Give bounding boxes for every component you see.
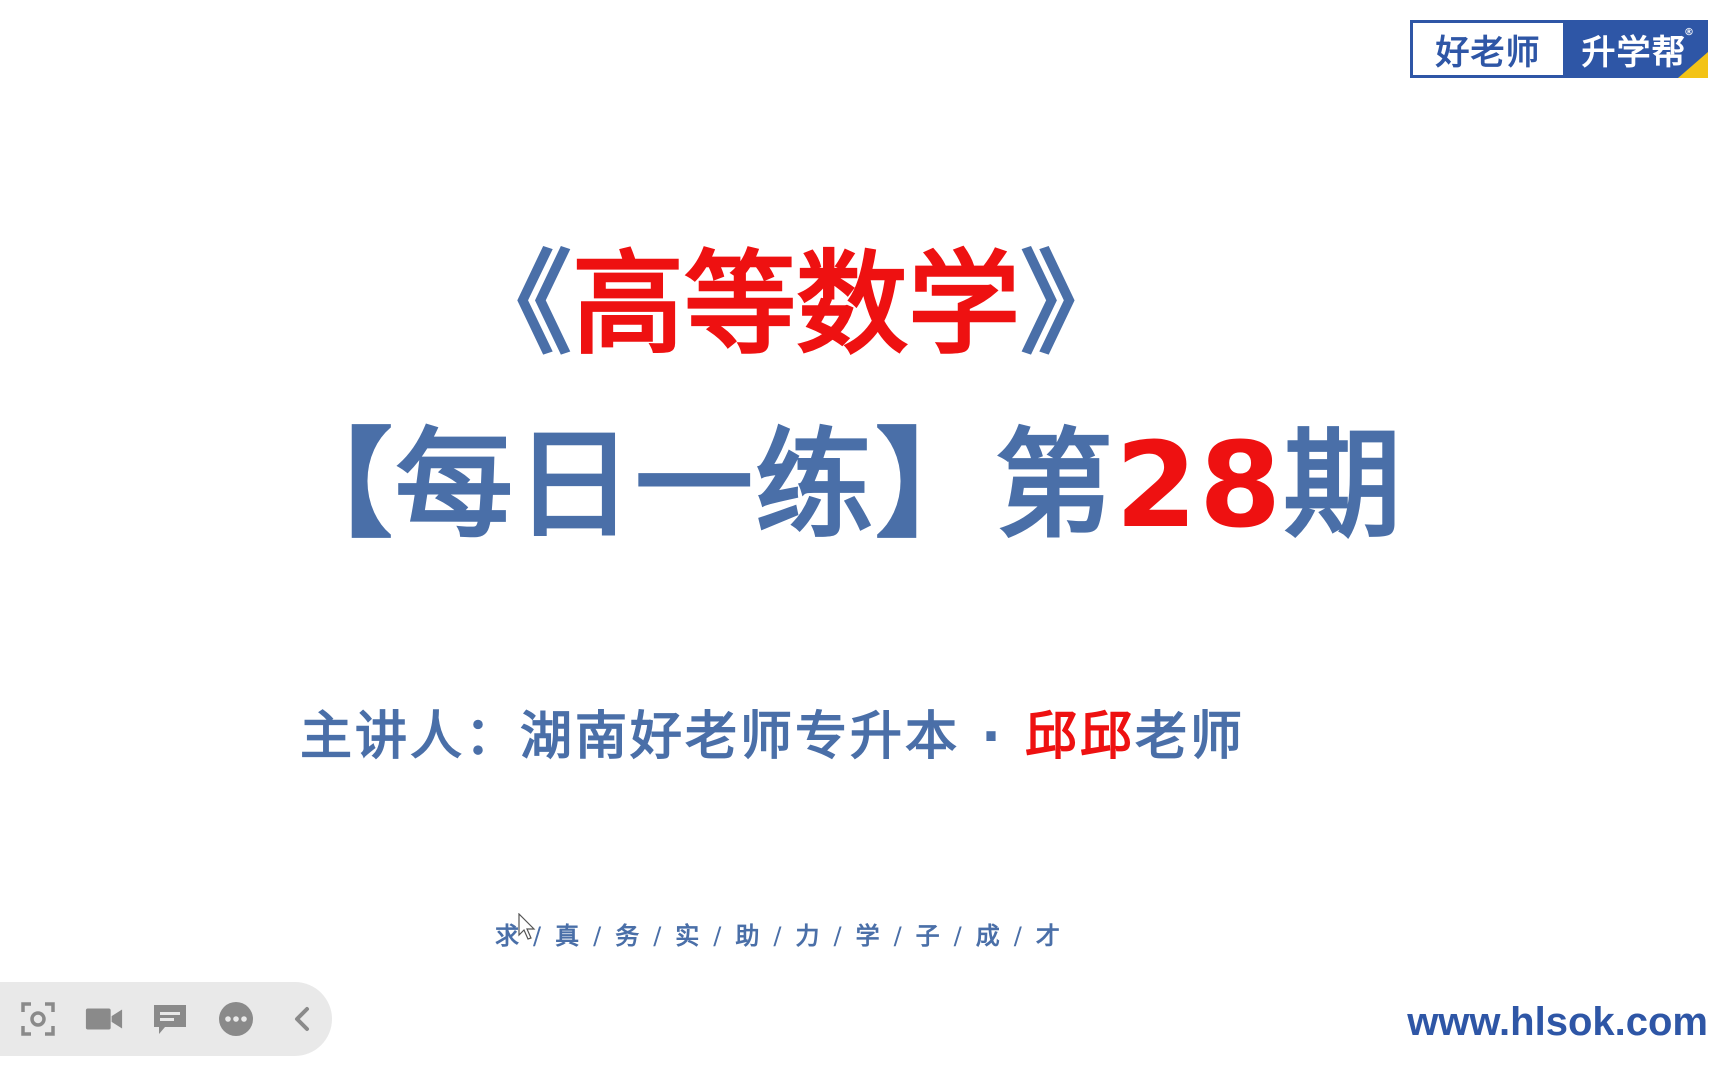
motto-char: 务 <box>615 922 644 950</box>
episode-number: 28 <box>1115 416 1284 554</box>
logo-corner-accent <box>1678 52 1708 78</box>
motto-separator: / <box>653 922 666 950</box>
motto-char: 才 <box>1035 922 1064 950</box>
comment-icon <box>154 1005 186 1034</box>
collapse-chevron-icon <box>295 1007 309 1031</box>
more-button[interactable] <box>216 999 256 1039</box>
motto-char: 实 <box>675 922 704 950</box>
motto-separator: / <box>1013 922 1026 950</box>
mouse-cursor-icon <box>518 913 536 940</box>
screenshot-button[interactable] <box>18 999 58 1039</box>
series-close-bracket: 】 <box>875 416 996 554</box>
episode-suffix: 期 <box>1283 416 1404 554</box>
motto-char: 子 <box>915 922 944 950</box>
motto-separator: / <box>833 922 846 950</box>
logo-right-block: 升学帮 ® <box>1563 23 1708 78</box>
series-open-bracket: 【 <box>275 416 396 554</box>
motto-char: 真 <box>555 922 584 950</box>
motto: 求 / 真 / 务 / 实 / 助 / 力 / 学 / 子 / 成 / 才 <box>495 916 1064 951</box>
motto-separator: / <box>953 922 966 950</box>
logo-right-text: 升学帮 <box>1581 32 1687 73</box>
brand-logo: 好老师 升学帮 ® <box>1410 20 1708 78</box>
motto-char: 力 <box>795 922 824 950</box>
title-open-bracket: 《 <box>460 240 572 370</box>
slide: 好老师 升学帮 ® 《高等数学》 【每日一练】第28期 主讲人：湖南好老师专升本… <box>0 0 1728 1080</box>
motto-char: 助 <box>735 922 764 950</box>
presenter-name: 邱邱 <box>1025 707 1136 767</box>
motto-separator: / <box>773 922 786 950</box>
title-close-bracket: 》 <box>1020 240 1132 370</box>
logo-left-text: 好老师 <box>1413 23 1563 75</box>
player-toolbar <box>0 982 332 1056</box>
motto-char: 学 <box>855 922 884 950</box>
collapse-button[interactable] <box>282 999 322 1039</box>
course-subject: 高等数学 <box>572 240 1020 370</box>
presenter-title: 老师 <box>1135 707 1246 767</box>
presenter-label: 主讲人：湖南好老师专升本 <box>300 707 961 767</box>
presenter-dot: · <box>981 707 1004 767</box>
registered-mark: ® <box>1684 27 1695 38</box>
video-camera-icon <box>85 1008 123 1030</box>
motto-char: 成 <box>975 922 1004 950</box>
motto-separator: / <box>593 922 606 950</box>
comment-button[interactable] <box>150 999 190 1039</box>
episode-title: 【每日一练】第28期 <box>275 420 1403 550</box>
video-button[interactable] <box>84 999 124 1039</box>
motto-separator: / <box>893 922 906 950</box>
course-title: 《高等数学》 <box>460 245 1132 365</box>
motto-separator: / <box>713 922 726 950</box>
more-icon <box>219 1002 253 1036</box>
presenter-line: 主讲人：湖南好老师专升本 · 邱邱老师 <box>300 705 1245 769</box>
screenshot-icon <box>21 1002 55 1036</box>
episode-prefix: 第 <box>995 416 1116 554</box>
website-url: www.hlsok.com <box>1407 1000 1708 1044</box>
series-name: 每日一练 <box>395 416 876 554</box>
